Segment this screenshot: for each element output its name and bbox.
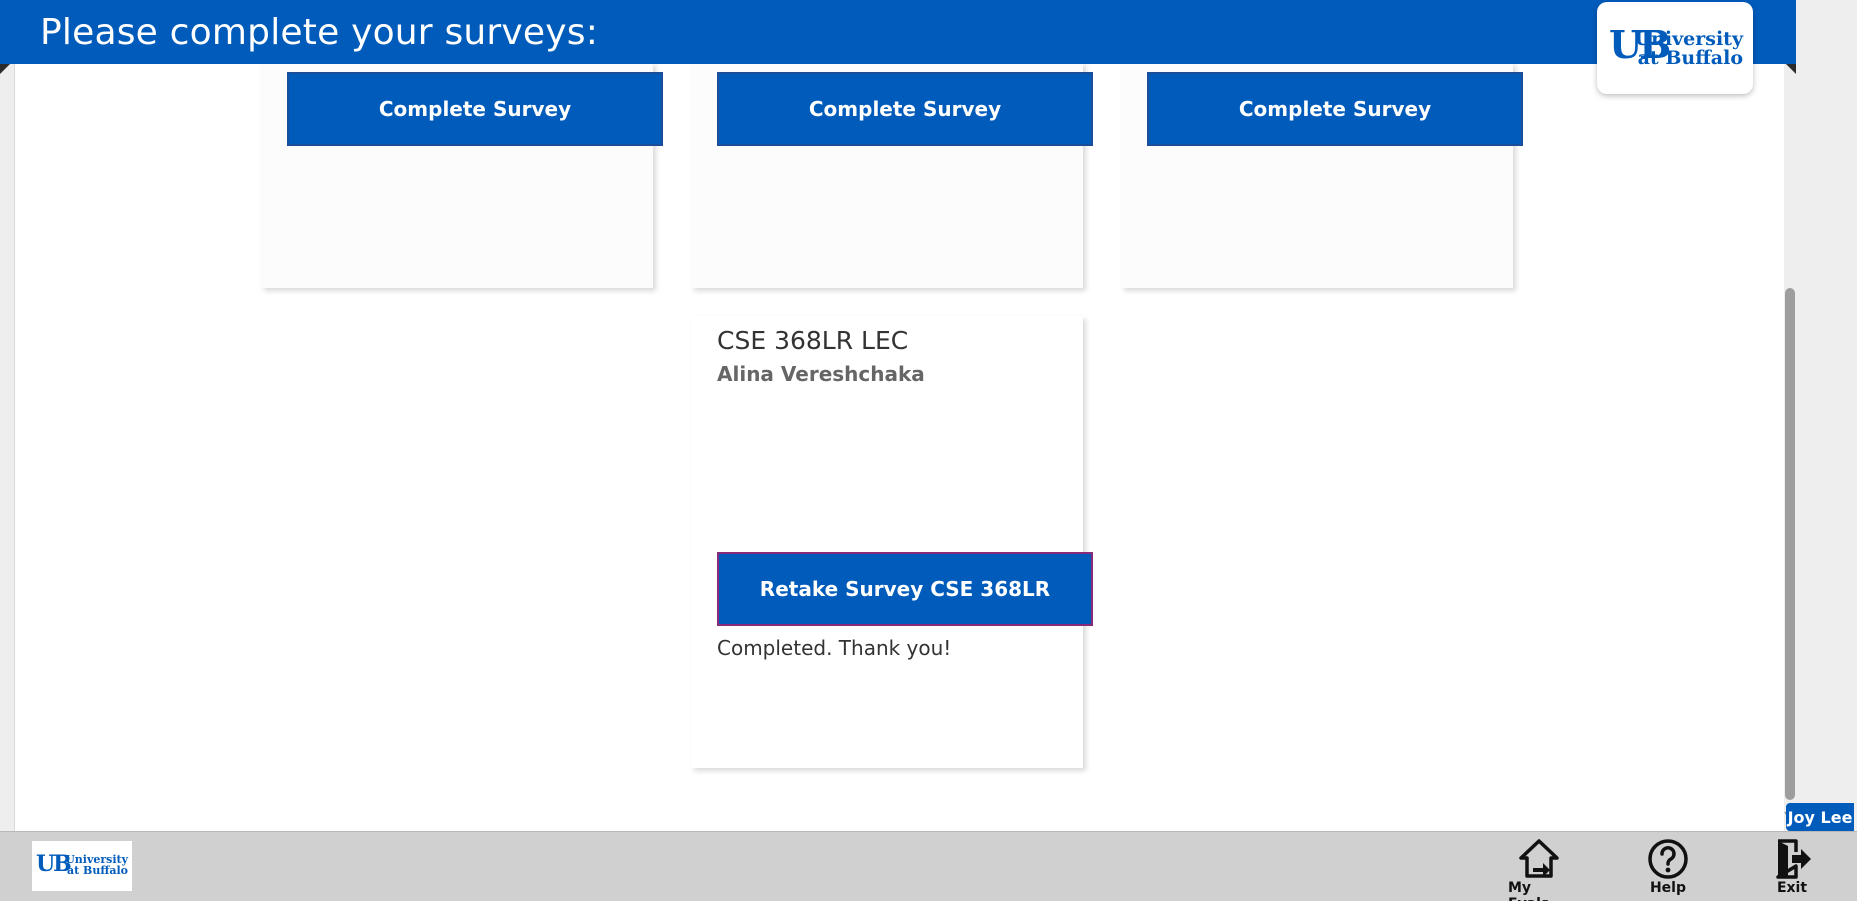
page-title: Please complete your surveys:: [40, 12, 599, 53]
header-corner: [1786, 64, 1796, 74]
exit-label: Exit: [1776, 880, 1808, 896]
footer-bar: UB University at Buffalo My Evals Help E…: [0, 831, 1857, 901]
help-icon: [1648, 839, 1688, 879]
completion-status: Completed. Thank you!: [717, 636, 952, 660]
header-corner: [0, 64, 10, 74]
scrollbar-thumb[interactable]: [1785, 288, 1795, 800]
content-panel: Complete Survey Complete Survey Complete…: [14, 0, 1796, 831]
logo-text: University at Buffalo: [65, 854, 128, 876]
user-name-badge[interactable]: Joy Lee: [1786, 803, 1854, 831]
logo-line-buffalo: at Buffalo: [66, 864, 128, 877]
logo-text: University at Buffalo: [1635, 30, 1743, 68]
complete-survey-button[interactable]: Complete Survey: [1147, 72, 1523, 146]
instructor-name: Alina Vereshchaka: [717, 362, 925, 386]
survey-card: Complete Survey: [1121, 62, 1523, 288]
complete-survey-button[interactable]: Complete Survey: [717, 72, 1093, 146]
my-evals-label: My Evals: [1508, 880, 1549, 901]
help-label: Help: [1649, 880, 1687, 896]
retake-survey-button[interactable]: Retake Survey CSE 368LR: [717, 552, 1093, 626]
help-button[interactable]: Help: [1648, 838, 1688, 896]
course-card: CSE 368LR LEC Alina Vereshchaka Retake S…: [691, 316, 1093, 768]
exit-icon: [1776, 839, 1811, 879]
exit-button[interactable]: Exit: [1772, 838, 1812, 896]
university-logo: UB University at Buffalo: [1597, 2, 1753, 94]
footer-university-logo: UB University at Buffalo: [32, 841, 132, 891]
my-evals-button[interactable]: My Evals: [1508, 838, 1570, 901]
page-header: Please complete your surveys:: [0, 0, 1796, 64]
complete-survey-button[interactable]: Complete Survey: [287, 72, 663, 146]
survey-card: Complete Survey: [691, 62, 1093, 288]
home-icon: [1519, 839, 1559, 878]
survey-card: Complete Survey: [261, 62, 663, 288]
course-title: CSE 368LR LEC: [717, 326, 909, 355]
logo-line-buffalo: at Buffalo: [1637, 47, 1743, 69]
